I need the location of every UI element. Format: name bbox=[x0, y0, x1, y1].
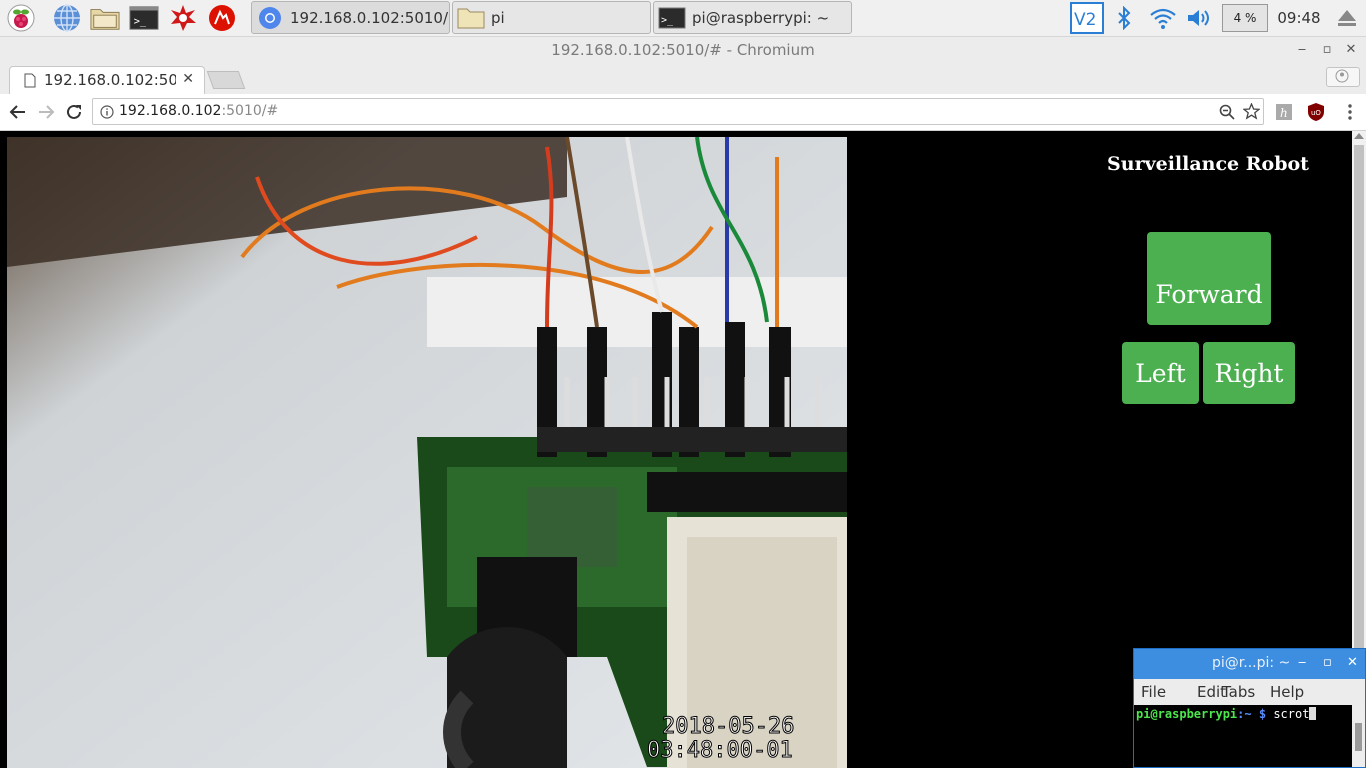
terminal-window[interactable]: pi@r...pi: ~ ‒ ▫ ✕ File Edit Tabs Help p… bbox=[1133, 648, 1366, 768]
terminal-scrollbar[interactable] bbox=[1352, 705, 1365, 767]
camera-feed: 2018-05-26 03:48:00-01 bbox=[7, 137, 847, 768]
svg-text:uO: uO bbox=[1311, 109, 1321, 117]
svg-text:>_: >_ bbox=[661, 15, 674, 26]
camera-time: 03:48:00-01 bbox=[647, 738, 793, 763]
menu-help[interactable]: Help bbox=[1270, 683, 1304, 701]
terminal-close-icon[interactable]: ✕ bbox=[1347, 655, 1358, 670]
terminal-maximize-icon[interactable]: ▫ bbox=[1323, 655, 1332, 670]
right-button[interactable]: Right bbox=[1203, 342, 1295, 404]
task-terminal[interactable]: >_ pi@raspberrypi: ~ bbox=[653, 1, 852, 34]
bookmark-star-icon[interactable] bbox=[1242, 102, 1261, 124]
prompt-symbol: $ bbox=[1258, 707, 1267, 721]
svg-text:>_: >_ bbox=[134, 16, 147, 28]
terminal-minimize-icon[interactable]: ‒ bbox=[1298, 655, 1306, 670]
url-text: 192.168.0.102:5010/# bbox=[119, 103, 278, 119]
bluetooth-icon[interactable] bbox=[1113, 4, 1135, 32]
eject-icon[interactable] bbox=[1334, 4, 1360, 32]
raspberry-menu-icon[interactable] bbox=[6, 4, 36, 32]
task-label: pi bbox=[491, 8, 505, 27]
wifi-icon[interactable] bbox=[1148, 4, 1178, 32]
terminal-cursor bbox=[1309, 707, 1317, 720]
left-button[interactable]: Left bbox=[1122, 342, 1199, 404]
back-icon[interactable] bbox=[6, 100, 30, 124]
menu-file[interactable]: File bbox=[1141, 683, 1166, 701]
wolfram-icon[interactable] bbox=[207, 4, 237, 32]
web-browser-icon[interactable] bbox=[52, 4, 82, 32]
tab-active[interactable]: 192.168.0.102:5010/# ✕ bbox=[9, 66, 205, 94]
tab-label: 192.168.0.102:5010/# bbox=[44, 71, 176, 89]
terminal-titlebar[interactable]: pi@r...pi: ~ ‒ ▫ ✕ bbox=[1134, 649, 1365, 679]
svg-text:V2: V2 bbox=[1074, 10, 1096, 30]
taskbar: >_ 192.168.0.102:5010/... pi >_ pi@raspb… bbox=[0, 0, 1366, 37]
info-icon[interactable] bbox=[100, 104, 114, 123]
task-label: pi@raspberrypi: ~ bbox=[692, 8, 830, 27]
camera-image: 2018-05-26 03:48:00-01 bbox=[7, 137, 847, 768]
folder-icon bbox=[457, 6, 485, 30]
menu-tabs-label[interactable]: Tabs bbox=[1222, 683, 1255, 701]
zoom-icon[interactable] bbox=[1219, 104, 1235, 124]
terminal-scroll-thumb[interactable] bbox=[1355, 723, 1362, 751]
file-manager-icon[interactable] bbox=[90, 4, 120, 32]
cpu-usage: 4 % bbox=[1233, 11, 1257, 25]
clock[interactable]: 09:48 bbox=[1272, 4, 1326, 32]
task-chromium[interactable]: 192.168.0.102:5010/... bbox=[251, 1, 450, 34]
close-icon[interactable]: ✕ bbox=[1343, 42, 1359, 58]
prompt-user: pi@raspberrypi bbox=[1136, 707, 1238, 721]
tab-strip: 192.168.0.102:5010/# ✕ bbox=[0, 64, 1366, 94]
window-titlebar: 192.168.0.102:5010/# - Chromium ‒ ▫ ✕ bbox=[0, 37, 1366, 64]
new-tab-button[interactable] bbox=[206, 71, 246, 89]
url-host: 192.168.0.102 bbox=[119, 103, 222, 119]
ublock-icon[interactable]: uO bbox=[1304, 100, 1328, 124]
url-path: :5010/# bbox=[221, 103, 279, 119]
chromium-icon bbox=[256, 6, 284, 30]
task-file-manager[interactable]: pi bbox=[452, 1, 651, 34]
terminal-icon: >_ bbox=[658, 6, 686, 30]
forward-button[interactable]: Forward bbox=[1147, 232, 1271, 325]
clock-time: 09:48 bbox=[1277, 9, 1321, 27]
camera-date: 2018-05-26 bbox=[662, 714, 794, 739]
vnc-icon[interactable]: V2 bbox=[1069, 2, 1105, 34]
extension-h-icon[interactable]: h bbox=[1272, 100, 1296, 124]
mathematica-icon[interactable] bbox=[168, 4, 198, 32]
maximize-icon[interactable]: ▫ bbox=[1319, 42, 1335, 58]
minimize-icon[interactable]: ‒ bbox=[1294, 42, 1310, 58]
terminal-command: scrot bbox=[1273, 707, 1310, 721]
task-label: 192.168.0.102:5010/... bbox=[290, 8, 450, 27]
terminal-output[interactable]: pi@raspberrypi:~ $ scrot bbox=[1134, 705, 1351, 767]
address-bar[interactable]: 192.168.0.102:5010/# bbox=[92, 98, 1264, 125]
page-icon bbox=[24, 73, 36, 92]
reload-icon[interactable] bbox=[62, 100, 86, 124]
cpu-monitor: 4 % bbox=[1222, 4, 1268, 32]
menu-kebab-icon[interactable] bbox=[1338, 100, 1362, 124]
scroll-up-icon[interactable] bbox=[1354, 133, 1364, 139]
page-title: Surveillance Robot bbox=[1107, 153, 1309, 175]
window-title: 192.168.0.102:5010/# - Chromium bbox=[551, 41, 815, 59]
terminal-line: pi@raspberrypi:~ $ scrot bbox=[1136, 707, 1317, 721]
svg-text:h: h bbox=[1280, 106, 1288, 120]
terminal-menubar: File Edit Tabs Help bbox=[1134, 679, 1365, 705]
scroll-thumb[interactable] bbox=[1354, 145, 1364, 655]
terminal-title: pi@r...pi: ~ bbox=[1212, 655, 1291, 671]
terminal-launcher-icon[interactable]: >_ bbox=[129, 4, 159, 32]
prompt-path: :~ bbox=[1237, 707, 1252, 721]
volume-icon[interactable] bbox=[1184, 4, 1214, 32]
browser-toolbar: 192.168.0.102:5010/# h uO bbox=[0, 94, 1366, 131]
profile-button[interactable] bbox=[1326, 67, 1360, 87]
forward-icon[interactable] bbox=[34, 100, 58, 124]
tab-close-icon[interactable]: ✕ bbox=[182, 71, 194, 87]
